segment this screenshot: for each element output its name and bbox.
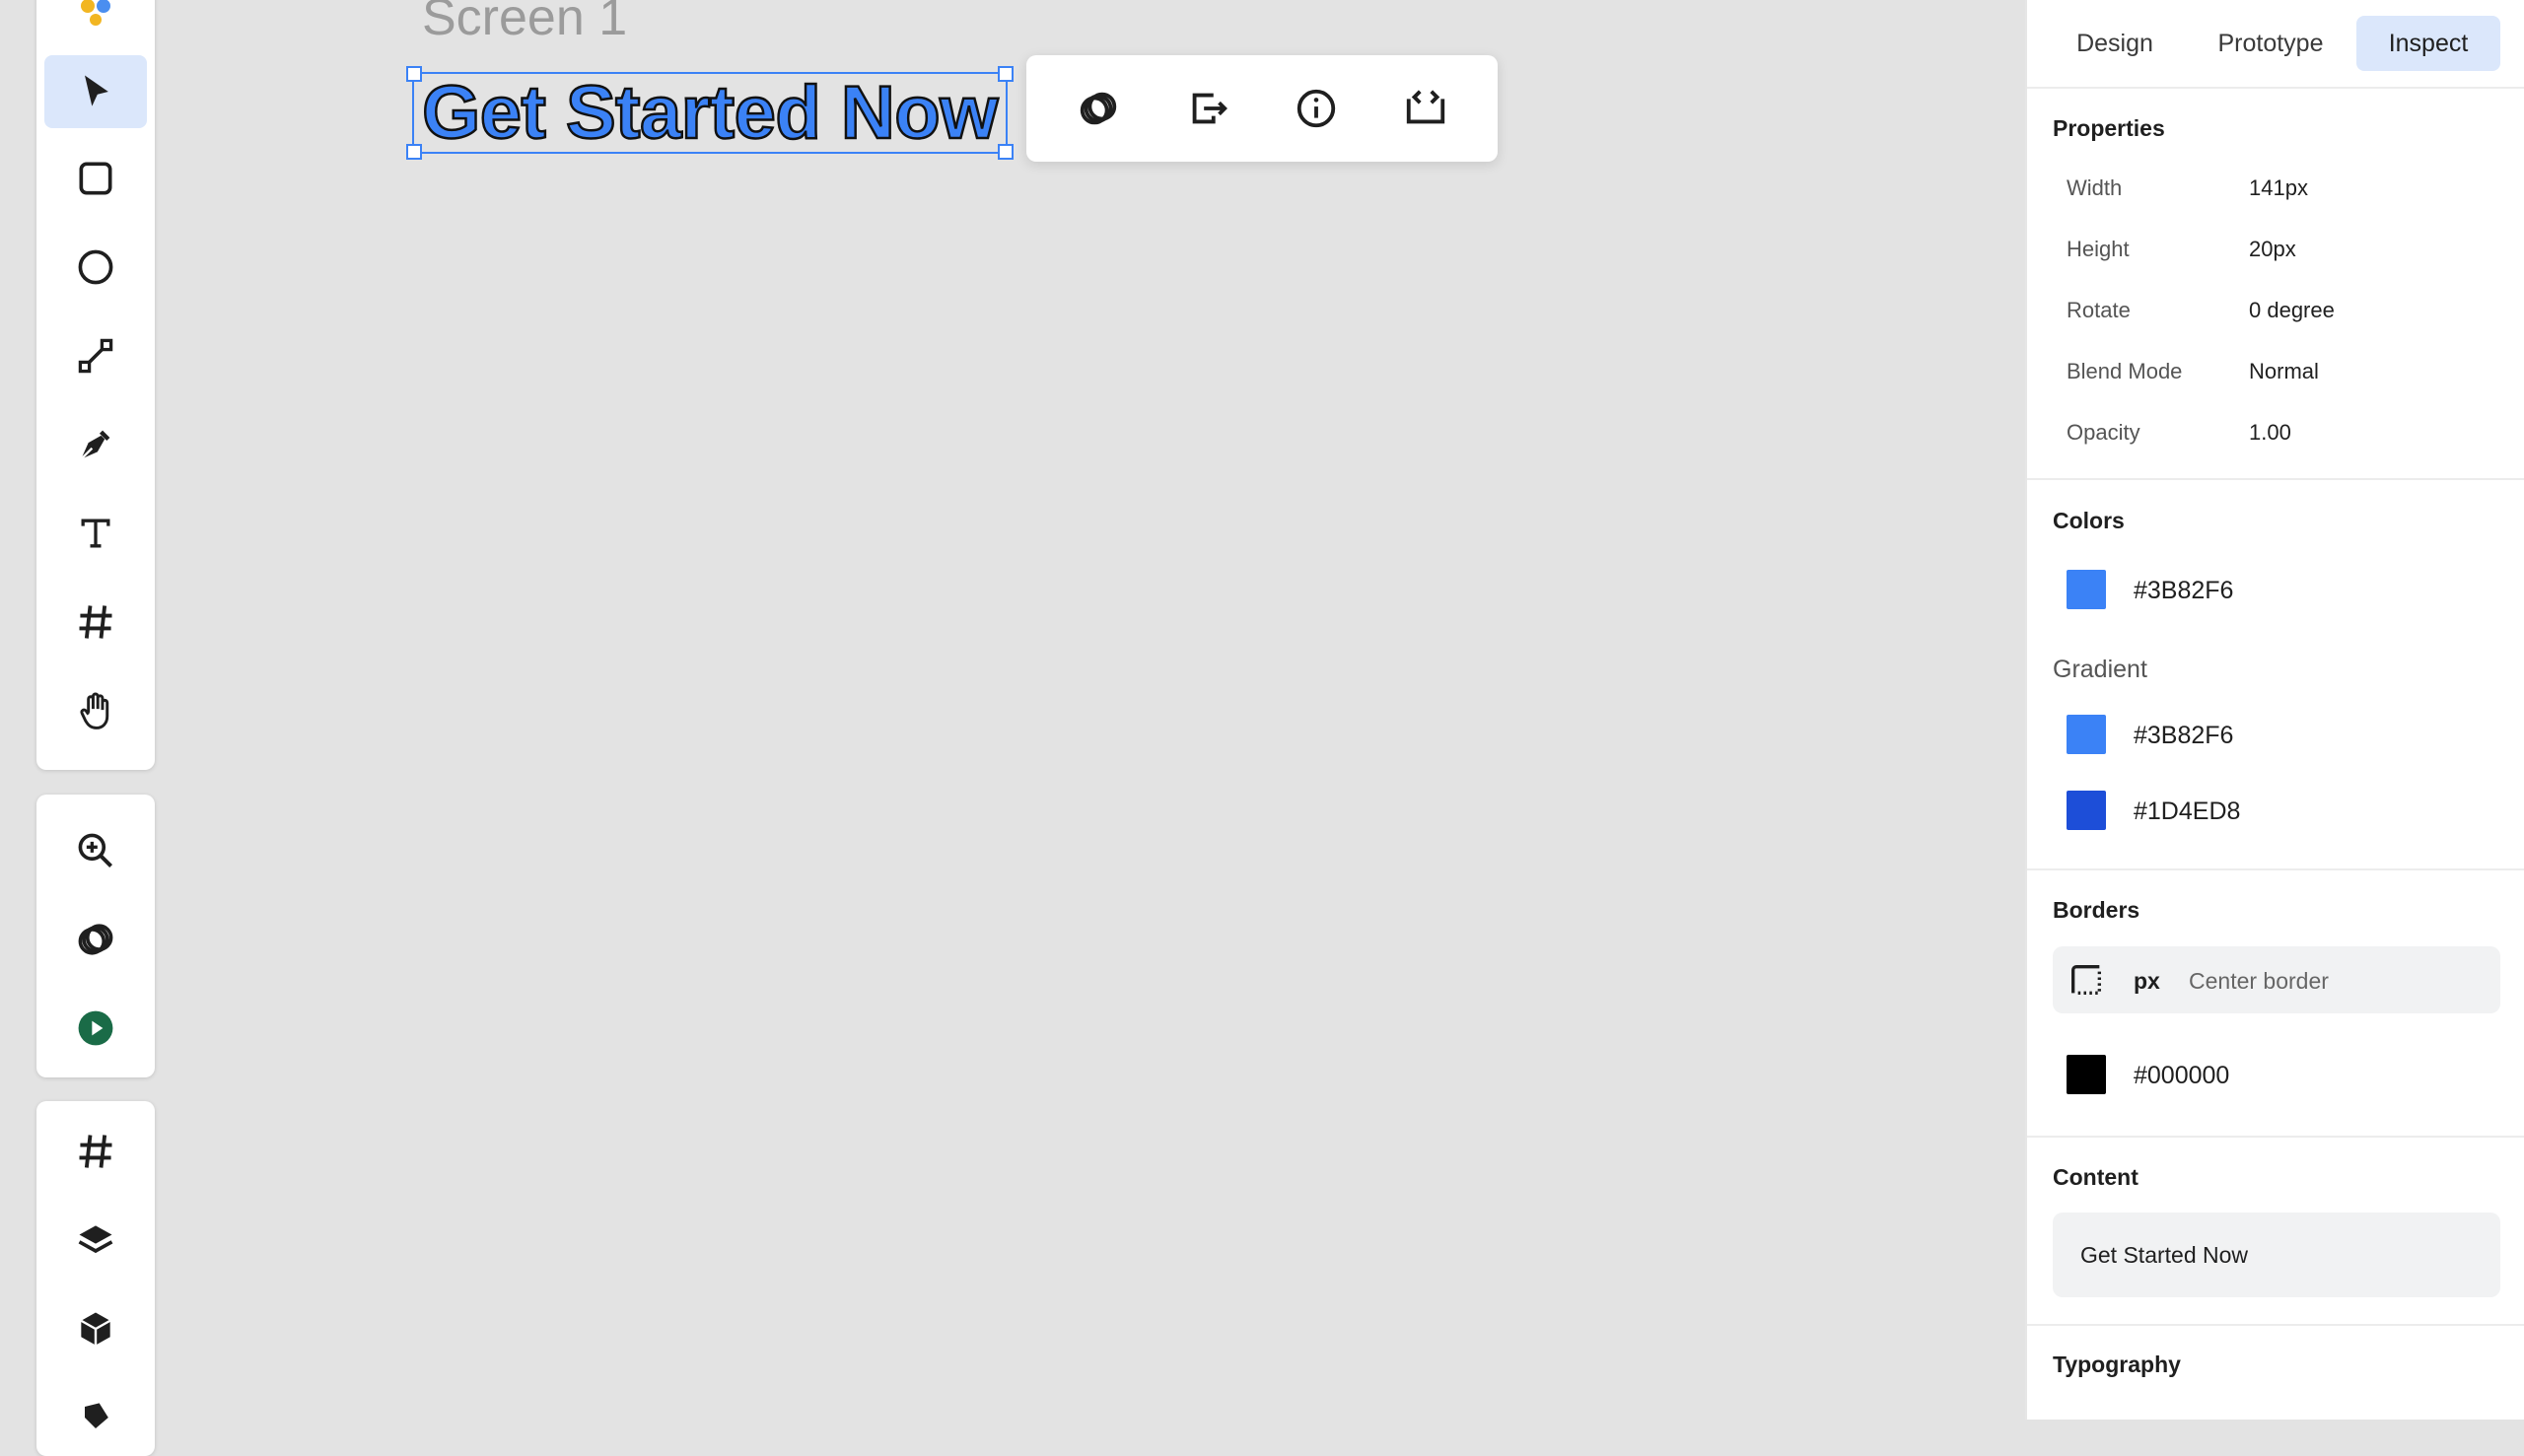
border-position: Center border xyxy=(2189,968,2329,994)
rectangle-tool[interactable] xyxy=(44,142,147,215)
prop-rotate-value: 0 degree xyxy=(2249,298,2335,322)
divider xyxy=(2027,868,2524,870)
gradient-stop-2-hex[interactable]: #1D4ED8 xyxy=(2134,797,2240,826)
selection-toolbar xyxy=(1026,55,1498,162)
utility-panel xyxy=(36,795,155,1077)
border-color-swatch[interactable] xyxy=(2067,1055,2106,1094)
chain-link-icon xyxy=(78,924,113,955)
divider xyxy=(2027,87,2524,89)
more-tool[interactable] xyxy=(44,1381,147,1454)
resize-handle-bottom-left[interactable] xyxy=(406,144,422,160)
divider xyxy=(2027,1136,2524,1138)
layers-icon xyxy=(78,1225,113,1254)
prop-rotate-label: Rotate xyxy=(2067,298,2131,322)
prop-blend-value: Normal xyxy=(2249,359,2319,383)
line-icon xyxy=(78,338,113,374)
typography-title: Typography xyxy=(2053,1352,2181,1377)
content-title: Content xyxy=(2053,1164,2138,1190)
link-tool[interactable] xyxy=(44,903,147,976)
tab-inspect[interactable]: Inspect xyxy=(2356,16,2500,71)
prop-height-label: Height xyxy=(2067,237,2130,261)
gradient-stop-2-swatch[interactable] xyxy=(2067,791,2106,830)
inspector-panel: Design Prototype Inspect Properties Widt… xyxy=(2025,0,2524,1420)
border-settings-row[interactable]: px Center border xyxy=(2053,946,2500,1013)
fill-color-hex[interactable]: #3B82F6 xyxy=(2134,577,2233,605)
move-tool[interactable] xyxy=(44,55,147,128)
resize-handle-top-right[interactable] xyxy=(998,66,1014,82)
text-tool[interactable] xyxy=(44,497,147,570)
fill-color-swatch[interactable] xyxy=(2067,570,2106,609)
zoom-tool[interactable] xyxy=(44,814,147,887)
ellipse-tool[interactable] xyxy=(44,231,147,304)
hash-icon xyxy=(79,1135,112,1168)
selected-text-layer[interactable]: Get Started Now xyxy=(406,66,1014,160)
gradient-title: Gradient xyxy=(2053,656,2147,683)
resize-handle-bottom-right[interactable] xyxy=(998,144,1014,160)
resize-handle-top-left[interactable] xyxy=(406,66,422,82)
gradient-stop-1-swatch[interactable] xyxy=(2067,715,2106,754)
hand-tool[interactable] xyxy=(44,674,147,747)
prop-blend-label: Blend Mode xyxy=(2067,359,2183,383)
border-color-hex[interactable]: #000000 xyxy=(2134,1062,2229,1090)
pen-tool[interactable] xyxy=(44,408,147,481)
chain-link-icon xyxy=(1081,92,1117,125)
divider xyxy=(2027,1324,2524,1326)
layers-button[interactable] xyxy=(44,1204,147,1277)
text-t-icon xyxy=(81,519,110,548)
play-circle-icon xyxy=(78,1010,113,1046)
line-tool[interactable] xyxy=(44,319,147,392)
components-button[interactable] xyxy=(44,1292,147,1365)
cursor-arrow-icon xyxy=(85,75,108,106)
layers-panel xyxy=(36,1101,155,1456)
border-style-icon xyxy=(2071,965,2101,995)
prop-width-value: 141px xyxy=(2249,175,2308,200)
frame-label[interactable]: Screen 1 xyxy=(422,0,627,46)
frames-button[interactable] xyxy=(44,1115,147,1188)
circle-icon xyxy=(78,249,113,285)
info-icon xyxy=(1297,89,1336,128)
prop-height-value: 20px xyxy=(2249,237,2296,261)
inspector-tabs: Design Prototype Inspect xyxy=(2027,16,2524,71)
pen-nib-icon xyxy=(80,430,110,460)
tab-prototype[interactable]: Prototype xyxy=(2191,16,2350,71)
rounded-square-icon xyxy=(79,162,112,195)
prop-opacity-value: 1.00 xyxy=(2249,420,2291,445)
tab-design[interactable]: Design xyxy=(2053,16,2177,71)
prop-width-label: Width xyxy=(2067,175,2123,200)
present-button[interactable] xyxy=(44,992,147,1065)
info-button[interactable] xyxy=(1285,77,1348,140)
link-button[interactable] xyxy=(1067,77,1130,140)
prop-opacity-label: Opacity xyxy=(2067,420,2140,445)
app-logo xyxy=(78,0,117,33)
cube-icon xyxy=(80,1312,111,1346)
code-button[interactable] xyxy=(1394,77,1457,140)
hand-icon xyxy=(80,692,109,729)
export-button[interactable] xyxy=(1176,77,1239,140)
tool-panel xyxy=(36,0,155,770)
border-unit: px xyxy=(2134,968,2160,994)
borders-title: Borders xyxy=(2053,897,2140,923)
gradient-stop-1-hex[interactable]: #3B82F6 xyxy=(2134,722,2233,750)
content-text-box[interactable]: Get Started Now xyxy=(2053,1213,2500,1297)
frame-tool[interactable] xyxy=(44,586,147,659)
export-icon xyxy=(1192,93,1227,124)
zoom-in-icon xyxy=(78,833,113,868)
selected-text: Get Started Now xyxy=(421,70,1000,157)
tag-icon xyxy=(85,1403,108,1428)
properties-title: Properties xyxy=(2053,115,2165,141)
colors-title: Colors xyxy=(2053,508,2125,533)
code-icon xyxy=(1406,90,1444,124)
divider xyxy=(2027,478,2524,480)
hash-icon xyxy=(79,605,112,639)
